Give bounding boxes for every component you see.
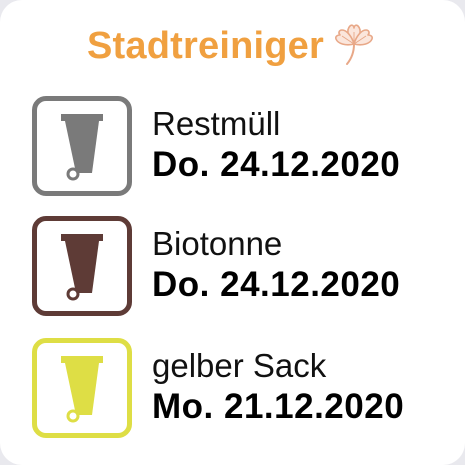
waste-type-label: Restmüll xyxy=(152,105,281,142)
bin-icon-frame xyxy=(32,216,132,316)
list-item[interactable]: gelber Sack Mo. 21.12.2020 xyxy=(32,338,452,438)
pickup-date: Do. 24.12.2020 xyxy=(152,265,401,304)
trash-bin-icon xyxy=(61,114,103,181)
widget-header: Stadtreiniger xyxy=(0,22,465,70)
waste-type-label: gelber Sack xyxy=(152,347,327,384)
list-item[interactable]: Restmüll Do. 24.12.2020 xyxy=(32,96,452,196)
cloverleaf-logo-icon xyxy=(334,24,373,65)
widget-container[interactable]: Stadtreiniger Restmüll Do. 24.12.2020 Bi… xyxy=(0,0,465,465)
bin-icon-frame xyxy=(32,338,132,438)
trash-bin-icon xyxy=(61,234,103,301)
list-item[interactable]: Biotonne Do. 24.12.2020 xyxy=(32,216,452,316)
app-title: Stadtreiniger xyxy=(87,25,324,67)
trash-bin-icon xyxy=(61,356,103,423)
pickup-date: Mo. 21.12.2020 xyxy=(152,387,405,426)
bin-icon-frame xyxy=(32,96,132,196)
waste-type-label: Biotonne xyxy=(152,225,283,262)
pickup-date: Do. 24.12.2020 xyxy=(152,145,401,184)
